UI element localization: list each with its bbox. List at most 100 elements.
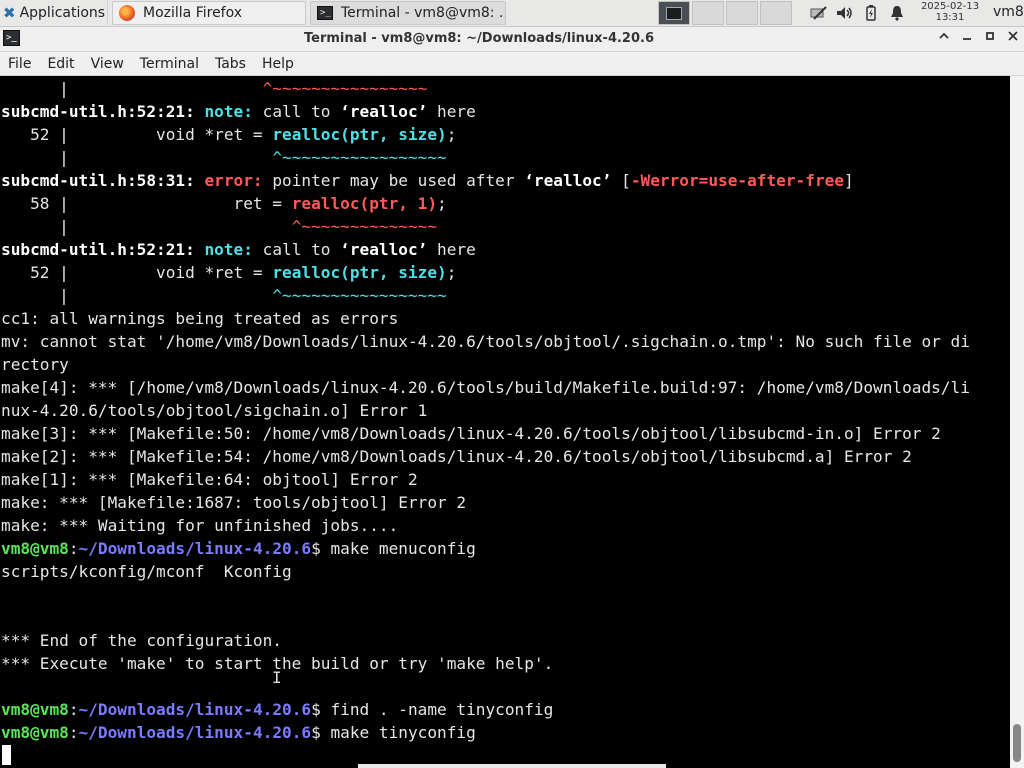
minimize-icon [963,38,971,40]
terminal-output[interactable]: | ^~~~~~~~~~~~~~~~~ subcmd-util.h:52:21: … [0,76,1010,768]
xfce-mouse-icon: ✖ [3,4,16,22]
vertical-scrollbar[interactable] [1010,76,1024,768]
menu-view[interactable]: View [83,56,132,72]
menu-edit[interactable]: Edit [39,56,82,72]
terminal-text: realloc(ptr, size) [272,263,447,282]
scrollbar-thumb[interactable] [1013,724,1021,762]
terminal-text: ^~~~~~~~~~~~~~~~~ [262,79,428,98]
terminal-line: subcmd-util.h:58:31: error: pointer may … [1,169,854,192]
terminal-text: ‘realloc’ [340,102,428,121]
terminal-text: pointer may be used after [272,171,525,190]
terminal-line: make[3]: *** [Makefile:50: /home/vm8/Dow… [1,422,941,445]
terminal-line: make: *** [Makefile:1687: tools/objtool]… [1,491,466,514]
notification-bell-icon[interactable] [888,5,906,21]
terminal-text: | [1,217,292,236]
terminal-text: rectory [1,355,69,374]
close-icon [1008,31,1018,41]
terminal-line: 58 | ret = realloc(ptr, 1); [1,192,447,215]
terminal-line: vm8@vm8:~/Downloads/linux-4.20.6$ make m… [1,537,476,560]
terminal-text: scripts/kconfig/mconf Kconfig [1,562,292,581]
terminal-line: vm8@vm8:~/Downloads/linux-4.20.6$ make t… [1,721,476,744]
terminal-text: 52 | void *ret = [1,263,273,282]
terminal-text: $ find . -name tinyconfig [311,700,554,719]
text-cursor-icon: I [272,668,282,687]
terminal-text: : [68,723,79,742]
system-tray [806,0,910,26]
window-shade-button[interactable] [935,30,953,48]
terminal-text: ~/Downloads/linux-4.20.6 [78,539,312,558]
terminal-line: make[1]: *** [Makefile:64: objtool] Erro… [1,468,418,491]
terminal-text: ; [446,125,457,144]
terminal-text: ^~~~~~~~~~~~~~~~~~ [272,286,447,305]
terminal-line: *** End of the configuration. [1,629,282,652]
terminal-text: *** End of the configuration. [1,631,282,650]
terminal-text: subcmd-util.h:52:21: [1,240,205,259]
terminal-text: subcmd-util.h:58:31: [1,171,205,190]
terminal-text: make: *** [Makefile:1687: tools/objtool]… [1,493,467,512]
terminal-text: ‘realloc’ [524,171,612,190]
terminal-text: 52 | void *ret = [1,125,273,144]
menu-help[interactable]: Help [254,56,302,72]
minimize-button[interactable] [958,30,976,48]
window-title: Terminal - vm8@vm8: ~/Downloads/linux-4.… [304,31,654,46]
network-icon[interactable] [810,5,828,21]
terminal-text: error: [204,171,273,190]
workspace-3[interactable] [726,1,758,25]
battery-icon[interactable] [862,5,880,21]
user-menu[interactable]: vm8 [993,4,1024,20]
window-titlebar[interactable]: >_ Terminal - vm8@vm8: ~/Downloads/linux… [0,27,1024,52]
terminal-text: make: *** Waiting for unfinished jobs...… [1,516,399,535]
terminal-line: nux-4.20.6/tools/objtool/sigchain.o] Err… [1,399,427,422]
terminal-text: | [1,79,263,98]
terminal-text: make[2]: *** [Makefile:54: /home/vm8/Dow… [1,447,912,466]
terminal-text: subcmd-util.h:52:21: [1,102,205,121]
workspace-switcher [658,1,794,25]
workspace-2[interactable] [692,1,724,25]
menu-file[interactable]: File [0,56,39,72]
chevron-up-icon [939,32,949,39]
terminal-text: : [68,700,79,719]
terminal-text: vm8@vm8 [1,700,69,719]
menu-tabs[interactable]: Tabs [207,56,254,72]
taskbar-item-terminal[interactable]: >_ Terminal - vm8@vm8: ... [310,1,506,25]
taskbar-item-firefox[interactable]: Mozilla Firefox [112,1,306,25]
terminal-line: subcmd-util.h:52:21: note: call to ‘real… [1,238,476,261]
terminal-text: make[3]: *** [Makefile:50: /home/vm8/Dow… [1,424,941,443]
close-button[interactable] [1004,30,1022,48]
terminal-text: ~/Downloads/linux-4.20.6 [78,723,312,742]
terminal-text: ; [446,263,457,282]
terminal-text: realloc(ptr, size) [272,125,447,144]
terminal-line: 52 | void *ret = realloc(ptr, size); [1,261,456,284]
terminal-text: $ make menuconfig [311,539,476,558]
terminal-text: : [68,539,79,558]
terminal-text: nux-4.20.6/tools/objtool/sigchain.o] Err… [1,401,428,420]
volume-icon[interactable] [836,5,854,21]
terminal-line: scripts/kconfig/mconf Kconfig [1,560,292,583]
menu-terminal[interactable]: Terminal [132,56,207,72]
terminal-line: cc1: all warnings being treated as error… [1,307,398,330]
terminal-line: | ^~~~~~~~~~~~~~~ [1,215,437,238]
terminal-text: -Werror=use-after-free [630,171,845,190]
horizontal-scroll-indicator [358,764,666,768]
terminal-line: rectory [1,353,69,376]
terminal-text: here [427,102,476,121]
terminal-text: cc1: all warnings being treated as error… [1,309,399,328]
maximize-button[interactable] [981,30,999,48]
clock[interactable]: 2025-02-13 13:31 [913,1,987,23]
applications-menu-label: Applications [19,5,106,21]
workspace-4[interactable] [760,1,792,25]
terminal-text: ; [437,194,447,213]
terminal-text: vm8@vm8 [1,539,69,558]
terminal-line: vm8@vm8:~/Downloads/linux-4.20.6$ find .… [1,698,553,721]
terminal-text: mv: cannot stat '/home/vm8/Downloads/lin… [1,332,970,351]
workspace-1[interactable] [658,1,690,25]
terminal-line: | ^~~~~~~~~~~~~~~~~~ [1,284,447,307]
terminal-line: 52 | void *ret = realloc(ptr, size); [1,123,456,146]
terminal-text: | [1,286,273,305]
terminal-text: [ [611,171,631,190]
terminal-line: subcmd-util.h:52:21: note: call to ‘real… [1,100,476,123]
firefox-icon [119,5,135,21]
applications-menu-button[interactable]: ✖ Applications [0,1,108,25]
terminal-text: call to [262,240,341,259]
terminal-line: | ^~~~~~~~~~~~~~~~~ [1,77,427,100]
